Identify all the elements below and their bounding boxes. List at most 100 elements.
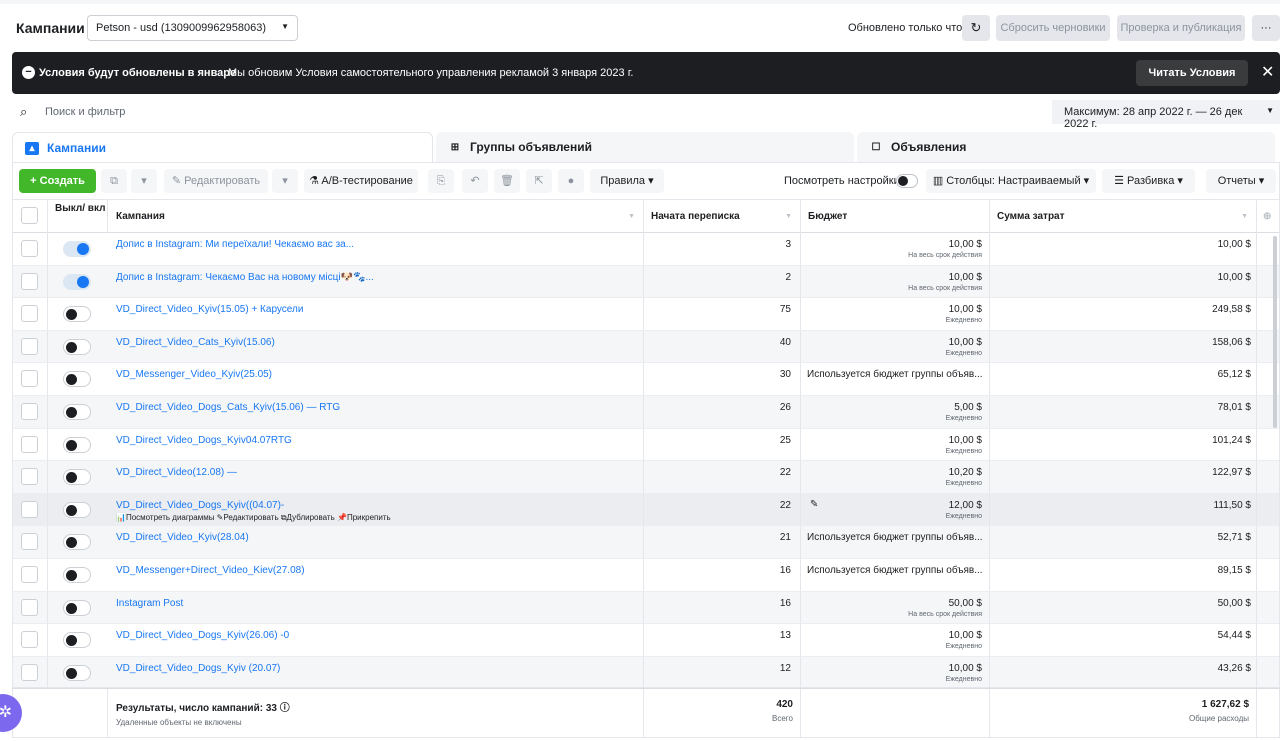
rules-button[interactable]: Правила ▾	[590, 169, 664, 193]
campaign-name-link[interactable]: VD_Messenger_Video_Kyiv(25.05)	[116, 369, 272, 380]
row-actions[interactable]: 📊Посмотреть диаграммы ✎Редактировать ⧉Ду…	[116, 513, 391, 523]
edit-button[interactable]: ✎ Редактировать	[164, 169, 268, 193]
campaign-name-link[interactable]: VD_Direct_Video_Kyiv(28.04)	[116, 532, 249, 543]
breakdown-button[interactable]: ☰ Разбивка ▾	[1102, 169, 1195, 193]
row-checkbox[interactable]	[21, 240, 38, 257]
row-checkbox[interactable]	[21, 500, 38, 518]
campaign-toggle[interactable]	[63, 566, 91, 583]
table-row[interactable]: VD_Direct_Video(12.08) — 22 10,20 $ Ежеднев…	[13, 461, 1279, 494]
columns-button[interactable]: ▥ Столбцы: Настраиваемый ▾	[926, 169, 1096, 193]
tab-campaigns[interactable]: ▴ Кампании	[12, 132, 433, 162]
create-button[interactable]: + Создать	[19, 169, 96, 193]
export-button[interactable]: ⇱	[526, 169, 552, 193]
duplicate-button[interactable]: ⧉	[101, 169, 127, 193]
table-row[interactable]: VD_Messenger_Video_Kyiv(25.05) 30 Использу…	[13, 363, 1279, 396]
account-select[interactable]: Petson - usd (1309009962958063) ▼	[87, 15, 298, 41]
campaign-toggle[interactable]	[63, 632, 91, 649]
tag-button[interactable]: ●	[558, 169, 584, 193]
table-row[interactable]: VD_Direct_Video_Dogs_Cats_Kyiv(15.06) — …	[13, 395, 1279, 429]
edit-dropdown[interactable]: ▾	[272, 169, 298, 193]
row-checkbox[interactable]	[21, 598, 38, 616]
duplicate-dropdown[interactable]: ▾	[131, 169, 157, 193]
search-bar[interactable]: ⌕ Поиск и фильтр	[12, 100, 1050, 124]
table-row[interactable]: VD_Direct_Video_Dogs_Kyiv (20.07) 12 10,00…	[13, 656, 1279, 687]
campaign-name-link[interactable]: VD_Direct_Video_Dogs_Kyiv04.07RTG	[116, 435, 292, 446]
discard-drafts-button[interactable]: Сбросить черновики	[996, 15, 1110, 41]
campaign-toggle[interactable]	[63, 534, 91, 551]
row-checkbox[interactable]	[21, 663, 38, 681]
table-row[interactable]: Допис в Instagram: Ми переїхали! Чекаємо…	[13, 233, 1279, 266]
table-row[interactable]: VD_Direct_Video_Kyiv(28.04) 21 Используетс…	[13, 526, 1279, 559]
header-budget[interactable]: Бюджет	[801, 200, 990, 233]
tab-ad-sets[interactable]: ⊞ Группы объявлений	[436, 132, 854, 162]
row-checkbox[interactable]	[21, 402, 38, 420]
row-checkbox[interactable]	[21, 370, 38, 388]
campaign-name-link[interactable]: VD_Direct_Video_Cats_Kyiv(15.06)	[116, 337, 275, 348]
campaign-toggle[interactable]	[63, 306, 91, 323]
read-terms-button[interactable]: Читать Условия	[1136, 60, 1248, 86]
campaign-toggle[interactable]	[63, 469, 91, 486]
table-row[interactable]: VD_Messenger+Direct_Video_Kiev(27.08) 16 И…	[13, 558, 1279, 592]
tab-ad-sets-label: Группы объявлений	[470, 140, 592, 154]
row-checkbox[interactable]	[21, 435, 38, 453]
campaign-toggle[interactable]	[63, 371, 91, 388]
add-column-icon[interactable]: ⊕	[1257, 200, 1279, 233]
delete-button[interactable]: 🗑	[494, 169, 520, 193]
more-button[interactable]: ···	[1252, 15, 1280, 41]
row-checkbox[interactable]	[21, 533, 38, 551]
table-row[interactable]: VD_Direct_Video_Kyiv(15.05) + Карусели 75…	[13, 298, 1279, 331]
row-checkbox[interactable]	[21, 337, 38, 355]
campaign-name-link[interactable]: VD_Direct_Video_Dogs_Kyiv(26.06) -0	[116, 630, 289, 641]
campaign-name-link[interactable]: VD_Direct_Video_Kyiv(15.05) + Карусели	[116, 304, 303, 315]
close-icon[interactable]: ✕	[1261, 62, 1274, 82]
row-checkbox[interactable]	[21, 565, 38, 583]
campaign-name-link[interactable]: VD_Direct_Video_Dogs_Kyiv (20.07)	[116, 663, 280, 674]
toggle-knob	[66, 602, 77, 614]
toggle-knob	[66, 439, 77, 451]
row-checkbox[interactable]	[21, 631, 38, 649]
campaign-toggle[interactable]	[63, 501, 91, 518]
table-row[interactable]: VD_Direct_Video_Cats_Kyiv(15.06) 40 10,00 …	[13, 330, 1279, 364]
campaign-name-link[interactable]: Допис в Instagram: Чекаємо Вас на новому…	[116, 272, 374, 283]
select-all-checkbox[interactable]	[21, 207, 38, 224]
row-checkbox[interactable]	[21, 272, 38, 290]
row-checkbox[interactable]	[21, 468, 38, 486]
campaign-name-link[interactable]: VD_Direct_Video(12.08) —	[116, 467, 237, 478]
ab-test-button[interactable]: ⚗ A/B-тестирование	[304, 169, 418, 193]
reports-button[interactable]: Отчеты ▾	[1206, 169, 1276, 193]
header-toggle[interactable]: Выкл/ вкл	[48, 200, 108, 233]
campaign-name-link[interactable]: VD_Direct_Video_Dogs_Kyiv((04.07)-	[116, 500, 284, 511]
toggle-knob	[66, 374, 77, 386]
header-conversations[interactable]: Начата переписка ▼	[644, 200, 801, 233]
table-body: Допис в Instagram: Ми переїхали! Чекаємо…	[13, 233, 1279, 687]
campaign-toggle[interactable]	[63, 664, 91, 681]
table-scrollbar[interactable]	[1273, 236, 1277, 428]
campaign-name-link[interactable]: Instagram Post	[116, 598, 183, 609]
view-settings-toggle[interactable]	[896, 174, 918, 188]
tab-ads[interactable]: ☐ Объявления	[857, 132, 1275, 162]
undo-button[interactable]: ↶	[462, 169, 488, 193]
table-row[interactable]: Instagram Post 16 50,00 $ На весь срок дейс…	[13, 591, 1279, 625]
campaign-toggle[interactable]	[63, 273, 91, 290]
budget-period: Ежедневно	[945, 414, 982, 422]
campaign-toggle[interactable]	[63, 599, 91, 616]
header-campaign[interactable]: Кампания ▼	[108, 200, 644, 233]
campaign-toggle[interactable]	[63, 436, 91, 453]
campaign-toggle[interactable]	[63, 338, 91, 355]
refresh-button[interactable]: ↻	[962, 15, 990, 41]
campaign-toggle[interactable]	[63, 241, 91, 257]
search-input[interactable]: Поиск и фильтр	[45, 106, 125, 118]
row-checkbox[interactable]	[21, 305, 38, 323]
table-row[interactable]: VD_Direct_Video_Dogs_Kyiv04.07RTG 25 10,00…	[13, 428, 1279, 462]
table-row[interactable]: VD_Direct_Video_Dogs_Kyiv((04.07)- 📊Посмо…	[13, 493, 1279, 527]
review-publish-button[interactable]: Проверка и публикация	[1117, 15, 1245, 41]
delete-draft-button[interactable]: ⎘	[428, 169, 454, 193]
campaign-name-link[interactable]: VD_Direct_Video_Dogs_Cats_Kyiv(15.06) — …	[116, 402, 340, 413]
table-row[interactable]: Допис в Instagram: Чекаємо Вас на новому…	[13, 265, 1279, 299]
campaign-name-link[interactable]: VD_Messenger+Direct_Video_Kiev(27.08)	[116, 565, 305, 576]
table-row[interactable]: VD_Direct_Video_Dogs_Kyiv(26.06) -0 13 10,…	[13, 624, 1279, 657]
date-range-picker[interactable]: Максимум: 28 апр 2022 г. — 26 дек 2022 г…	[1052, 100, 1280, 130]
campaign-name-link[interactable]: Допис в Instagram: Ми переїхали! Чекаємо…	[116, 239, 354, 250]
header-spend[interactable]: Сумма затрат ▼	[990, 200, 1257, 233]
campaign-toggle[interactable]	[63, 403, 91, 420]
